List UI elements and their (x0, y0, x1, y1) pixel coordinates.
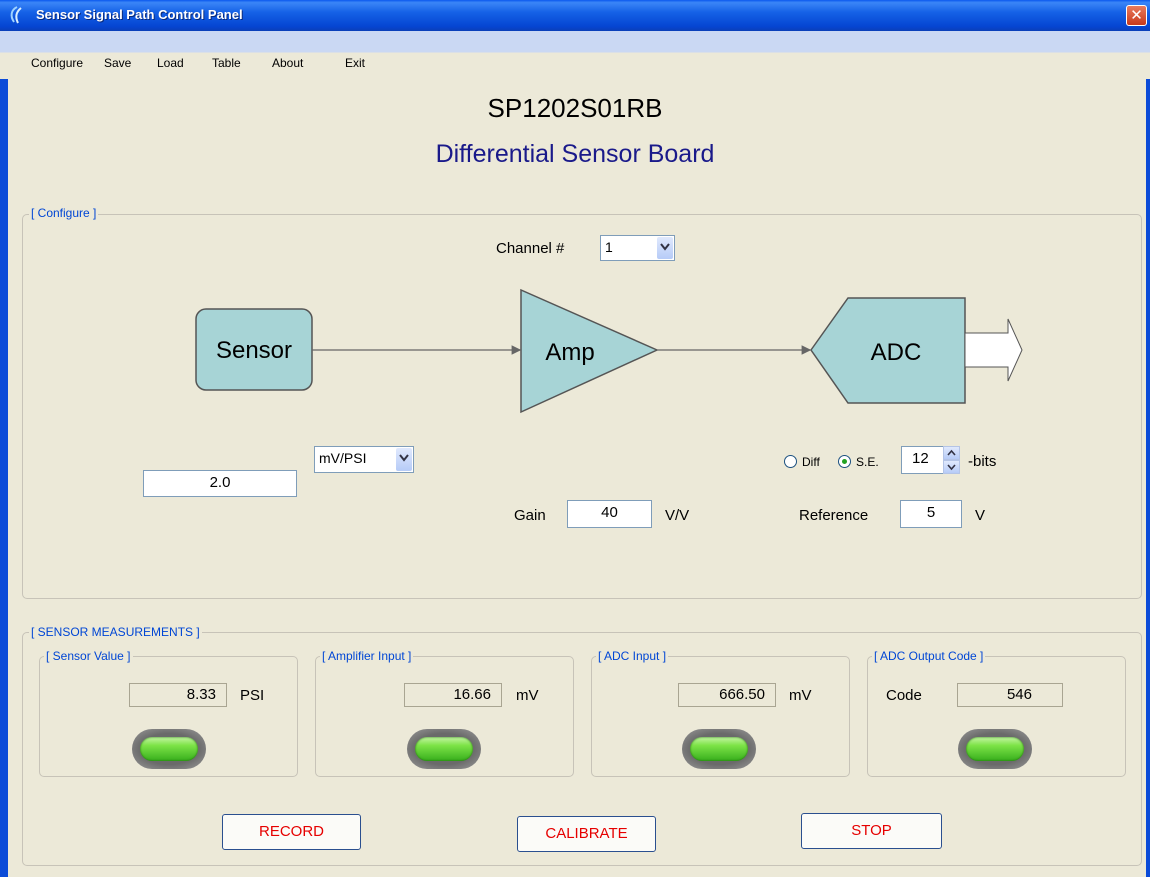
adc-input-readout: 666.50 (678, 683, 776, 707)
chevron-down-icon (657, 237, 673, 259)
close-button[interactable]: ✕ (1126, 5, 1147, 26)
close-icon: ✕ (1130, 7, 1143, 24)
bits-label: -bits (968, 453, 997, 470)
adc-output-led (958, 729, 1032, 769)
menu-save[interactable]: Save (104, 56, 131, 70)
adc-input-led (682, 729, 756, 769)
channel-select[interactable]: 1 (600, 235, 675, 261)
channel-select-value: 1 (605, 239, 613, 255)
gain-unit: V/V (665, 507, 690, 524)
amplifier-input-readout: 16.66 (404, 683, 502, 707)
adc-output-legend: [ ADC Output Code ] (872, 649, 986, 663)
sensitivity-unit-select[interactable]: mV/PSI (314, 446, 414, 473)
adc-input-unit: mV (789, 687, 812, 704)
menu-exit[interactable]: Exit (345, 56, 365, 70)
gain-label: Gain (514, 507, 546, 524)
gain-input[interactable]: 40 (567, 500, 652, 528)
sensor-value-legend: [ Sensor Value ] (44, 649, 133, 663)
spin-down-icon[interactable] (943, 460, 960, 474)
adc-output-code-label: Code (886, 687, 922, 704)
sensor-value-led (132, 729, 206, 769)
adc-block-label: ADC (871, 339, 922, 366)
chevron-down-icon (396, 448, 412, 471)
menu-load[interactable]: Load (157, 56, 184, 70)
reference-label: Reference (799, 507, 869, 524)
sensor-value-unit: PSI (240, 687, 265, 704)
amplifier-input-legend: [ Amplifier Input ] (320, 649, 414, 663)
output-arrow-icon (964, 318, 1023, 382)
adc-output-readout: 546 (957, 683, 1063, 707)
menu-configure[interactable]: Configure (31, 56, 83, 70)
window-title: Sensor Signal Path Control Panel (36, 7, 243, 22)
amplifier-input-led (407, 729, 481, 769)
se-radio-label: S.E. (856, 455, 879, 469)
menu-table[interactable]: Table (212, 56, 241, 70)
adc-input-legend: [ ADC Input ] (596, 649, 669, 663)
diff-radio[interactable] (784, 455, 797, 468)
channel-label: Channel # (496, 240, 565, 257)
calibrate-button[interactable]: CALIBRATE (517, 816, 656, 852)
stop-button[interactable]: STOP (801, 813, 942, 849)
amp-block-label: Amp (545, 339, 594, 366)
app-icon (10, 6, 22, 24)
sensor-value-readout: 8.33 (129, 683, 227, 707)
sensor-block-label: Sensor (216, 337, 292, 364)
se-radio[interactable] (838, 455, 851, 468)
radio-selected-dot (842, 459, 847, 464)
reference-input[interactable]: 5 (900, 500, 962, 528)
sensitivity-input[interactable]: 2.0 (143, 470, 297, 497)
spin-up-icon[interactable] (943, 446, 960, 460)
board-name: Differential Sensor Board (435, 140, 715, 168)
configure-legend: [ Configure ] (29, 206, 99, 220)
measurements-legend: [ SENSOR MEASUREMENTS ] (29, 625, 202, 639)
record-button[interactable]: RECORD (222, 814, 361, 850)
bits-spinner[interactable] (943, 446, 960, 474)
sensitivity-unit-value: mV/PSI (319, 450, 367, 466)
menu-bar: Configure Save Load Table About Exit (0, 31, 1150, 79)
part-number: SP1202S01RB (487, 93, 663, 123)
amplifier-input-unit: mV (516, 687, 539, 704)
diff-radio-label: Diff (802, 455, 820, 469)
menu-about[interactable]: About (272, 56, 303, 70)
reference-unit: V (975, 507, 986, 524)
title-bar: Sensor Signal Path Control Panel ✕ (0, 0, 1150, 31)
signal-path-diagram: Sensor Amp ADC (195, 288, 1023, 414)
